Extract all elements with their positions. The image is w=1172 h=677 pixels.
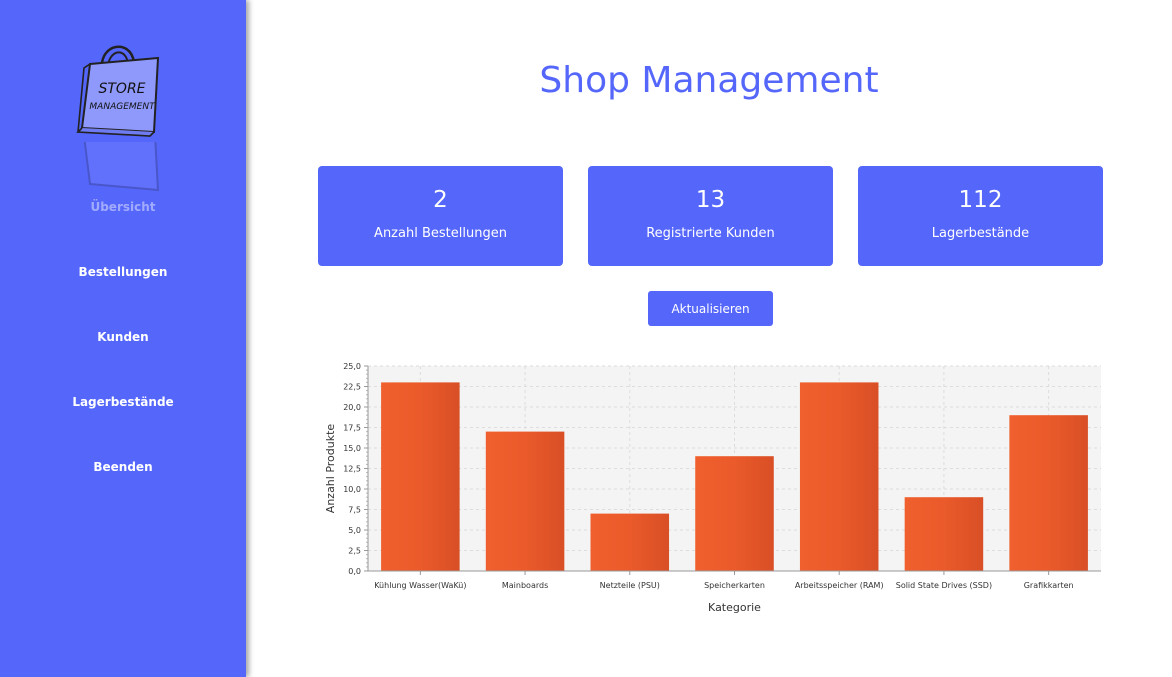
x-tick-label: Kühlung Wasser(WaKü) — [374, 581, 466, 590]
x-tick-label: Grafikkarten — [1024, 581, 1074, 590]
y-tick-label: 15,0 — [343, 444, 361, 453]
y-tick-label: 22,5 — [343, 383, 361, 392]
x-tick-label: Mainboards — [502, 581, 548, 590]
x-tick-label: Netzteile (PSU) — [600, 581, 660, 590]
bar-chart: 0,0 2,5 5,0 7,5 10,0 12,5 15,0 17,5 20,0 22,5 25,0… — [324, 362, 1101, 614]
bar — [904, 497, 984, 571]
store-bag-logo: STORE MANAGEMENT — [72, 36, 168, 142]
stat-card-lagerbestaende: 112 Lagerbestände — [858, 166, 1103, 266]
bar — [695, 456, 774, 571]
x-axis-title: Kategorie — [708, 601, 761, 614]
bar — [590, 513, 670, 571]
stat-card-bestellungen: 2 Anzahl Bestellungen — [318, 166, 563, 266]
y-tick-label: 7,5 — [348, 506, 361, 515]
bar — [799, 382, 879, 571]
stat-label: Lagerbestände — [931, 226, 1030, 241]
y-tick-label: 25,0 — [343, 362, 361, 371]
sidebar-item-beenden[interactable]: Beenden — [0, 460, 246, 474]
app-window: STORE MANAGEMENT Übersicht Bestellungen … — [0, 0, 1172, 677]
sidebar-item-kunden[interactable]: Kunden — [0, 330, 246, 344]
y-tick-label: 10,0 — [343, 485, 361, 494]
bar — [381, 382, 460, 571]
x-tick-label: Solid State Drives (SSD) — [896, 581, 992, 590]
logo-text-management: MANAGEMENT — [89, 102, 156, 112]
x-tick-label: Speicherkarten — [704, 581, 765, 590]
sidebar-item-lagerbestaende[interactable]: Lagerbestände — [0, 395, 246, 409]
stat-value: 112 — [958, 187, 1003, 213]
stat-value: 13 — [695, 187, 726, 213]
y-tick-label: 12,5 — [343, 465, 361, 474]
y-tick-label: 5,0 — [348, 526, 361, 535]
sidebar: STORE MANAGEMENT Übersicht Bestellungen … — [0, 0, 246, 677]
page-title: Shop Management — [539, 60, 879, 101]
stat-value: 2 — [433, 187, 448, 213]
sidebar-item-bestellungen[interactable]: Bestellungen — [0, 265, 246, 279]
refresh-button[interactable]: Aktualisieren — [648, 291, 773, 326]
x-tick-label: Arbeitsspeicher (RAM) — [795, 581, 884, 590]
y-tick-label: 17,5 — [343, 424, 361, 433]
logo-text-store: STORE — [98, 81, 145, 97]
y-tick-label: 2,5 — [348, 547, 361, 556]
bar — [485, 431, 565, 571]
y-axis-title: Anzahl Produkte — [324, 424, 337, 514]
y-tick-label: 0,0 — [348, 567, 361, 576]
stat-card-kunden: 13 Registrierte Kunden — [588, 166, 833, 266]
sidebar-item-uebersicht[interactable]: Übersicht — [0, 200, 246, 214]
stat-label: Anzahl Bestellungen — [374, 226, 507, 241]
y-tick-label: 20,0 — [343, 403, 361, 412]
bar — [1009, 415, 1088, 571]
stat-label: Registrierte Kunden — [646, 226, 775, 241]
